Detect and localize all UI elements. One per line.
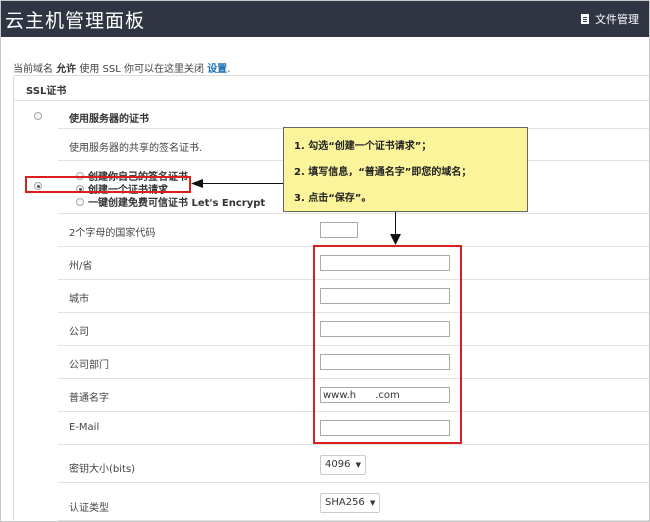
divider — [58, 444, 649, 445]
sig-type-value: SHA256 — [325, 497, 365, 508]
key-size-select[interactable]: 4096 ▼ — [320, 455, 367, 475]
country-label: 2个字母的国家代码 — [69, 228, 156, 239]
key-size-value: 4096 — [325, 459, 351, 470]
instruction-callout: 1. 勾选“创建一个证书请求”； 2. 填写信息，“普通名字”即您的域名； 3.… — [283, 127, 528, 212]
document-icon — [581, 14, 589, 24]
notice-allow: 允许 — [56, 64, 77, 75]
file-manager-label: 文件管理 — [595, 13, 639, 26]
fields-highlight — [313, 245, 462, 444]
server-cert-desc: 使用服务器的共享的签名证书. — [69, 143, 203, 154]
server-cert-radio[interactable] — [34, 112, 42, 120]
dropdown-arrow-icon: ▼ — [355, 461, 362, 469]
state-label: 州/省 — [69, 261, 93, 272]
department-label: 公司部门 — [69, 360, 109, 371]
callout-step-1: 1. 勾选“创建一个证书请求”； — [294, 141, 432, 152]
arrow-down-icon — [390, 234, 401, 245]
option-lets-encrypt-label: 一键创建免费可信证书 Let's Encrypt — [88, 198, 266, 209]
sig-type-select[interactable]: SHA256 ▼ — [320, 493, 381, 513]
server-cert-label: 使用服务器的证书 — [69, 114, 149, 125]
divider — [58, 213, 649, 214]
dropdown-arrow-icon: ▼ — [369, 499, 376, 507]
arrow-line — [395, 212, 396, 236]
cert-request-highlight — [25, 176, 191, 193]
window: 云主机管理面板 文件管理 当前域名 允许 使用 SSL 你可以在这里关闭 设置.… — [0, 0, 650, 522]
divider — [14, 100, 649, 101]
panel-title: 云主机管理面板 — [5, 10, 146, 32]
company-label: 公司 — [69, 327, 89, 338]
ssl-notice: 当前域名 允许 使用 SSL 你可以在这里关闭 设置. — [13, 60, 230, 75]
city-label: 城市 — [69, 294, 89, 305]
callout-step-2: 2. 填写信息，“普通名字”即您的域名； — [294, 167, 472, 178]
settings-link[interactable]: 设置 — [207, 64, 227, 75]
top-bar: 云主机管理面板 文件管理 — [1, 1, 649, 37]
option-lets-encrypt[interactable]: 一键创建免费可信证书 Let's Encrypt — [76, 194, 265, 209]
common-name-label: 普通名字 — [69, 393, 109, 404]
key-size-label: 密钥大小(bits) — [69, 464, 136, 475]
notice-prefix: 当前域名 — [13, 64, 53, 75]
sig-type-label: 认证类型 — [69, 503, 109, 514]
file-manager-button[interactable]: 文件管理 — [581, 11, 639, 27]
lets-encrypt-radio[interactable] — [76, 198, 84, 206]
divider — [58, 520, 649, 521]
divider — [58, 482, 649, 483]
country-input[interactable] — [320, 222, 358, 238]
arrow-left-icon — [191, 179, 203, 188]
notice-middle: 使用 SSL 你可以在这里关闭 — [79, 64, 204, 75]
callout-step-3: 3. 点击“保存”。 — [294, 193, 372, 204]
ssl-section-title: SSL证书 — [26, 86, 67, 97]
notice-suffix: . — [227, 64, 231, 75]
arrow-line — [201, 183, 283, 184]
email-label: E-Mail — [69, 422, 100, 433]
